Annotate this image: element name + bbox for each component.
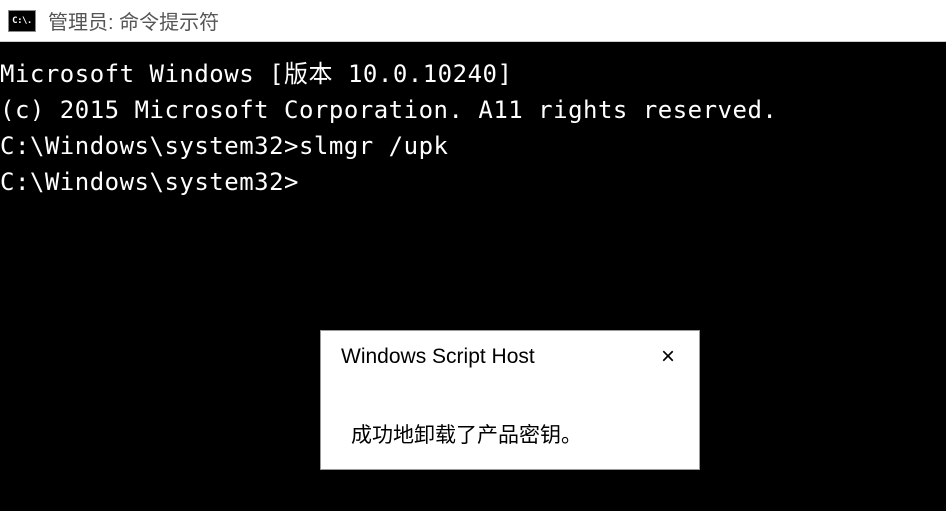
dialog-message: 成功地卸载了产品密钥。 (321, 379, 699, 469)
terminal-line: C:\Windows\system32>slmgr /upk (0, 128, 946, 164)
terminal-line: (c) 2015 Microsoft Corporation. A11 righ… (0, 92, 946, 128)
cmd-icon: C:\. (8, 10, 36, 32)
terminal-line: C:\Windows\system32> (0, 164, 946, 200)
script-host-dialog: Windows Script Host × 成功地卸载了产品密钥。 (320, 330, 700, 470)
window-titlebar: C:\. 管理员: 命令提示符 (0, 0, 946, 42)
dialog-titlebar: Windows Script Host × (321, 331, 699, 379)
terminal-line: Microsoft Windows [版本 10.0.10240] (0, 56, 946, 92)
close-icon[interactable]: × (653, 343, 683, 371)
dialog-title: Windows Script Host (341, 345, 535, 369)
window-title: 管理员: 命令提示符 (48, 6, 219, 35)
terminal-output[interactable]: Microsoft Windows [版本 10.0.10240] (c) 20… (0, 42, 946, 200)
